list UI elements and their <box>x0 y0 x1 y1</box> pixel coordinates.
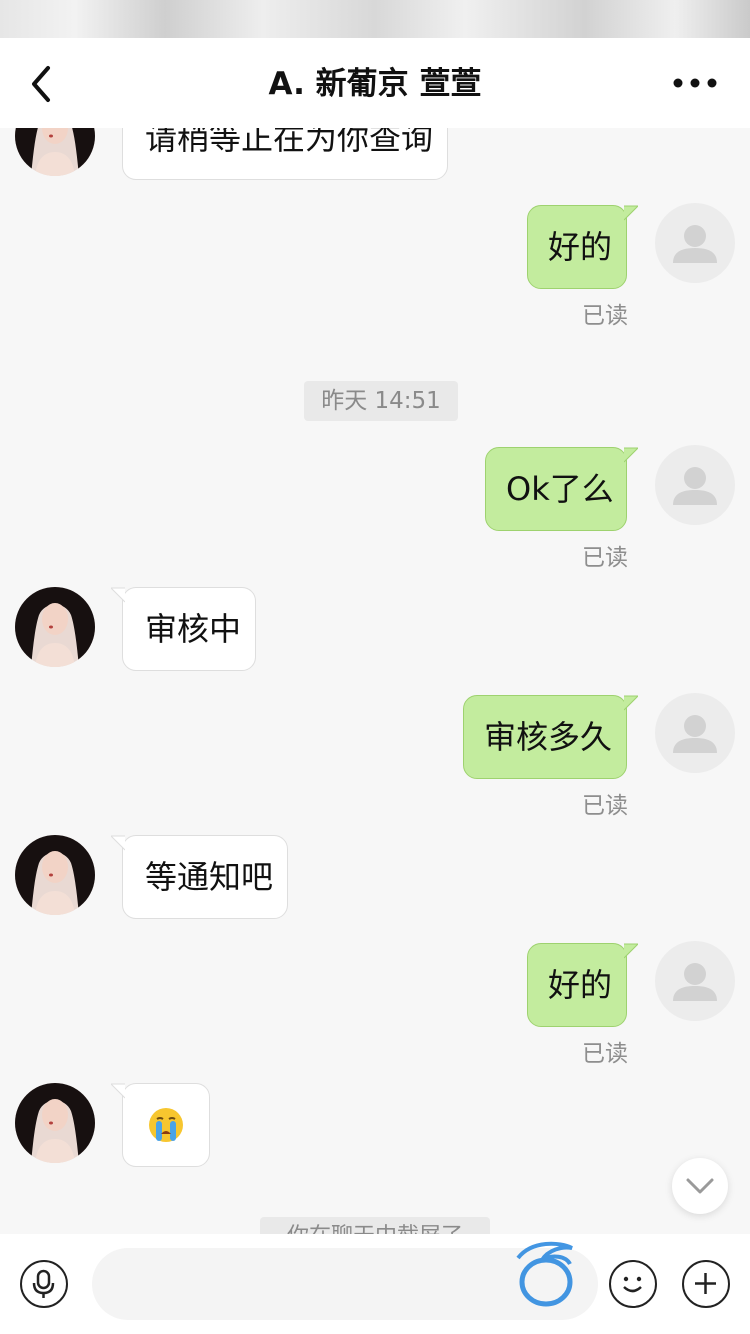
more-dots-icon[interactable] <box>670 66 720 100</box>
chat-message-list[interactable]: 请稍等正在为你查询 好的 已读 昨天 14:51 Ok了么 已读 审核中 审核多… <box>0 128 750 1234</box>
message-bubble-received[interactable]: 请稍等正在为你查询 <box>122 128 448 180</box>
read-receipt: 已读 <box>582 303 628 329</box>
status-bar-blurred <box>0 0 750 38</box>
site-watermark <box>512 1236 742 1314</box>
message-text: 请稍等正在为你查询 <box>145 128 434 157</box>
user-avatar[interactable] <box>655 203 735 283</box>
read-receipt: 已读 <box>582 1041 628 1067</box>
page-title: A. 新葡京 萱萱 <box>268 66 482 102</box>
contact-avatar[interactable] <box>15 835 95 915</box>
microphone-icon[interactable] <box>20 1260 68 1308</box>
message-text: 审核多久 <box>484 718 613 756</box>
navigation-bar: A. 新葡京 萱萱 <box>0 38 750 128</box>
chevron-left-icon[interactable] <box>22 62 62 106</box>
message-bubble-received[interactable] <box>111 1083 210 1167</box>
message-bubble-sent[interactable]: 审核多久 <box>463 695 638 779</box>
message-bubble-sent[interactable]: 好的 <box>527 943 638 1027</box>
contact-avatar[interactable] <box>15 587 95 667</box>
system-notice: 你在聊天中截屏了 <box>260 1217 490 1234</box>
crying-face-emoji <box>149 1108 183 1142</box>
message-text: 审核中 <box>145 610 242 648</box>
time-separator: 昨天 14:51 <box>304 381 458 421</box>
message-bubble-received[interactable]: 审核中 <box>111 587 256 671</box>
message-bubble-received[interactable]: 等通知吧 <box>111 835 288 919</box>
message-text: 等通知吧 <box>145 858 274 896</box>
scroll-to-bottom-button[interactable] <box>672 1158 728 1214</box>
chevron-down-icon <box>686 1178 714 1194</box>
message-text: 好的 <box>548 966 613 1004</box>
contact-avatar[interactable] <box>15 1083 95 1163</box>
user-avatar[interactable] <box>655 693 735 773</box>
contact-avatar[interactable] <box>15 128 95 176</box>
message-bubble-sent[interactable]: Ok了么 <box>485 447 638 531</box>
user-avatar[interactable] <box>655 941 735 1021</box>
read-receipt: 已读 <box>582 793 628 819</box>
message-text: 好的 <box>548 228 613 266</box>
user-avatar[interactable] <box>655 445 735 525</box>
read-receipt: 已读 <box>582 545 628 571</box>
message-text: Ok了么 <box>506 470 614 508</box>
message-bubble-sent[interactable]: 好的 <box>527 205 638 289</box>
